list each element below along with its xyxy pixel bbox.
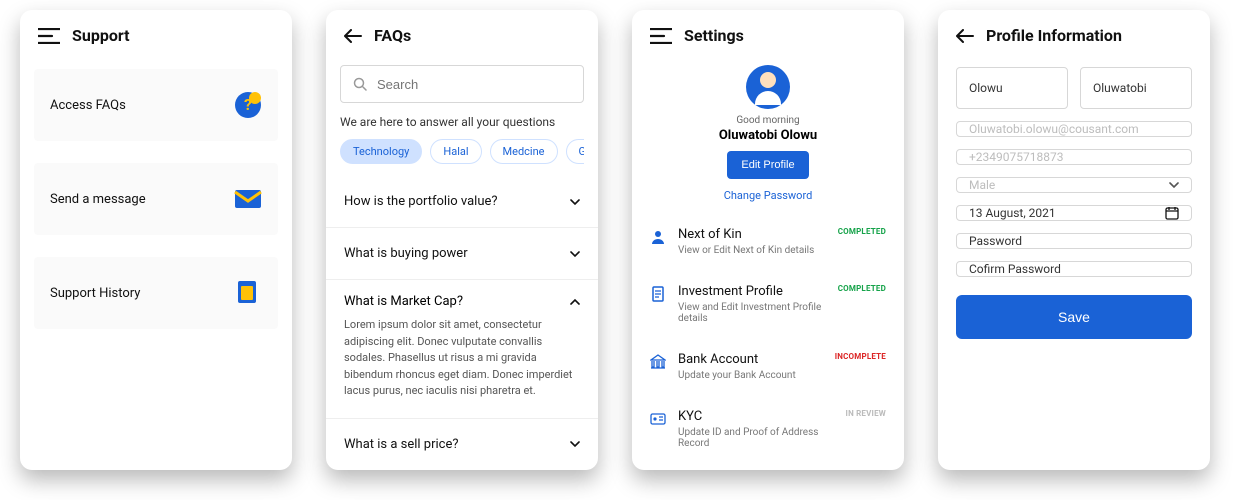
settings-item-subtitle: Update ID and Proof of Address Record (678, 427, 834, 449)
settings-item-subtitle: View or Edit Next of Kin details (678, 245, 826, 256)
faq-subtitle: We are here to answer all your questions (340, 115, 584, 129)
chevron-down-icon (570, 197, 580, 207)
edit-profile-button[interactable]: Edit Profile (727, 151, 808, 179)
chevron-up-icon (570, 297, 580, 307)
faq-answer: Lorem ipsum dolor sit amet, consectetur … (344, 317, 580, 400)
support-item-message[interactable]: Send a message (34, 163, 278, 235)
settings-item-next-of-kin[interactable]: Next of Kin View or Edit Next of Kin det… (650, 216, 886, 267)
chip-halal[interactable]: Halal (430, 139, 481, 164)
faq-item[interactable]: What is buying power (326, 228, 598, 280)
support-item-label: Support History (50, 286, 140, 301)
category-chips: Technology Halal Medcine Government (340, 139, 584, 164)
menu-icon[interactable] (38, 28, 60, 44)
menu-icon[interactable] (650, 28, 672, 44)
settings-item-kyc[interactable]: KYC Update ID and Proof of Address Recor… (650, 398, 886, 460)
status-badge: COMPLETED (838, 284, 886, 293)
doc-icon (650, 286, 666, 302)
settings-item-subtitle: View and Edit Investment Profile details (678, 302, 826, 324)
faq-question: What is a sell price? (344, 437, 459, 452)
phone-field[interactable]: +2349075718873 (956, 149, 1192, 165)
gender-select[interactable]: Male (956, 177, 1192, 193)
confirm-password-field[interactable]: Cofirm Password (956, 261, 1192, 277)
support-item-history[interactable]: Support History (34, 257, 278, 329)
note-icon (234, 279, 262, 307)
page-title: Settings (684, 26, 744, 45)
settings-item-preference[interactable]: Preference Set app features and security (650, 466, 886, 470)
page-title: FAQs (374, 26, 411, 45)
last-name-field[interactable]: Oluwatobi (1080, 67, 1192, 109)
settings-item-title: Next of Kin (678, 227, 826, 242)
save-button[interactable]: Save (956, 295, 1192, 339)
profile-info-screen: Profile Information Olowu Oluwatobi Oluw… (938, 10, 1210, 470)
settings-screen: Settings Good morning Oluwatobi Olowu Ed… (632, 10, 904, 470)
support-screen: Support Access FAQs ? Send a message Sup… (20, 10, 292, 470)
chevron-down-icon (1169, 180, 1179, 190)
faq-item[interactable]: What is a sell price? (326, 419, 598, 471)
settings-item-title: Investment Profile (678, 284, 826, 299)
faq-item-expanded[interactable]: What is Market Cap? Lorem ipsum dolor si… (326, 280, 598, 419)
faq-question: How is the portfolio value? (344, 194, 498, 209)
email-field[interactable]: Oluwatobi.olowu@cousant.com (956, 121, 1192, 137)
settings-item-subtitle: Update your Bank Account (678, 370, 823, 381)
id-icon (650, 411, 666, 427)
page-title: Profile Information (986, 26, 1122, 45)
avatar (746, 65, 790, 109)
user-name: Oluwatobi Olowu (719, 128, 817, 143)
back-icon[interactable] (344, 29, 362, 43)
person-icon (650, 229, 666, 245)
faq-question: What is Market Cap? (344, 294, 463, 309)
status-badge: COMPLETED (838, 227, 886, 236)
chip-government[interactable]: Government (566, 139, 584, 164)
settings-item-title: KYC (678, 409, 834, 424)
support-item-faqs[interactable]: Access FAQs ? (34, 69, 278, 141)
calendar-icon (1165, 206, 1179, 220)
chip-medicine[interactable]: Medcine (490, 139, 558, 164)
support-item-label: Access FAQs (50, 98, 126, 113)
question-icon: ? (234, 91, 262, 119)
settings-item-investment[interactable]: Investment Profile View and Edit Investm… (650, 273, 886, 335)
svg-text:?: ? (244, 95, 252, 114)
support-item-label: Send a message (50, 192, 146, 207)
back-icon[interactable] (956, 29, 974, 43)
chevron-down-icon (570, 249, 580, 259)
faqs-screen: FAQs We are here to answer all your ques… (326, 10, 598, 470)
first-name-field[interactable]: Olowu (956, 67, 1068, 109)
status-badge: INCOMPLETE (835, 352, 886, 361)
settings-item-bank[interactable]: Bank Account Update your Bank Account IN… (650, 341, 886, 392)
faq-item[interactable]: How is the portfolio value? (326, 176, 598, 228)
bank-icon (650, 354, 666, 370)
password-field[interactable]: Password (956, 233, 1192, 249)
faq-question: What is buying power (344, 246, 468, 261)
chip-technology[interactable]: Technology (340, 139, 422, 164)
mail-icon (234, 185, 262, 213)
greeting: Good morning (736, 115, 799, 126)
search-input[interactable] (340, 65, 584, 103)
chevron-down-icon (570, 439, 580, 449)
date-field[interactable]: 13 August, 2021 (956, 205, 1192, 221)
page-title: Support (72, 26, 130, 45)
search-field[interactable] (377, 77, 571, 92)
settings-item-title: Bank Account (678, 352, 823, 367)
search-icon (353, 77, 367, 91)
status-badge: IN REVIEW (846, 409, 886, 418)
change-password-link[interactable]: Change Password (724, 189, 813, 202)
